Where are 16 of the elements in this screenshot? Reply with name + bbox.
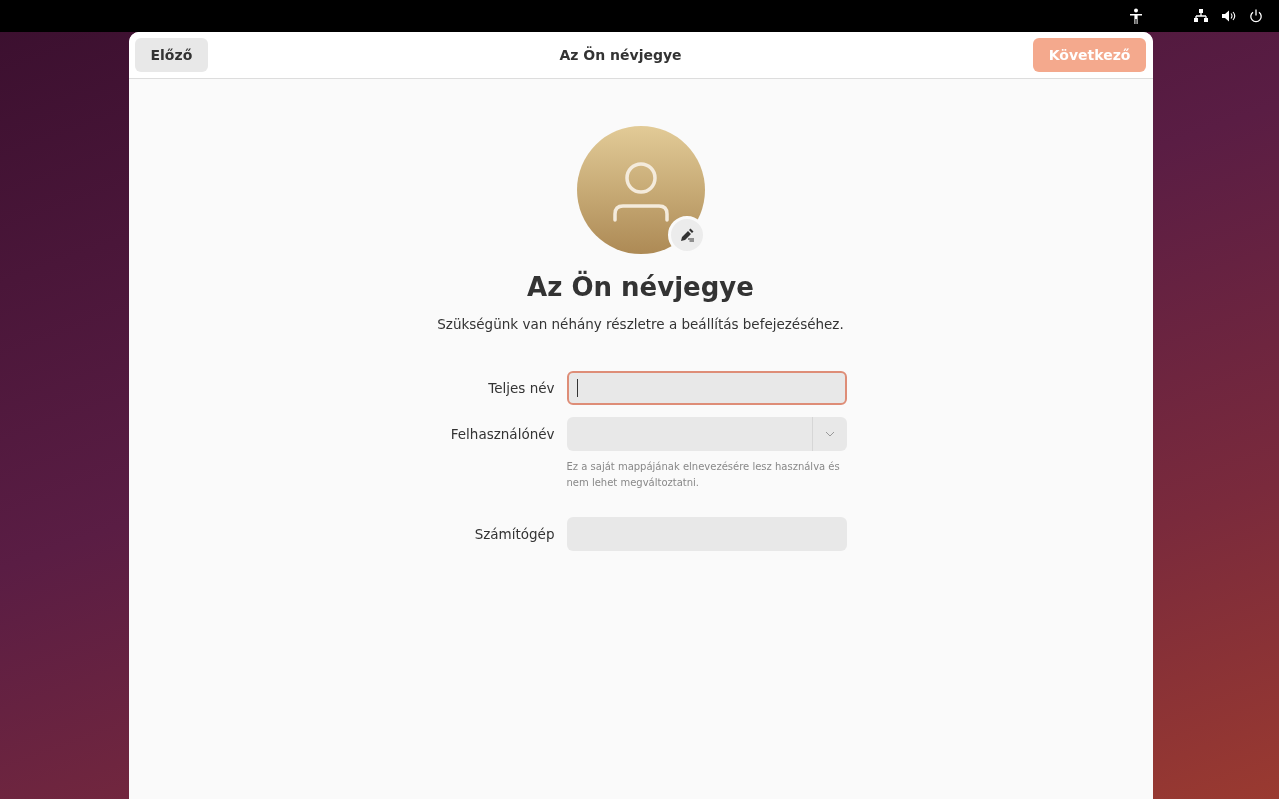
pencil-icon: [679, 228, 694, 242]
window-title: Az Ön névjegye: [559, 47, 682, 63]
combo-field[interactable]: [566, 417, 847, 451]
field-hint: Ez a saját mappájának elnevezésére lesz használva és nem lehet megváltoztatni.: [566, 460, 841, 490]
volume-icon[interactable]: [1221, 9, 1237, 23]
avatar-icon: [576, 126, 705, 254]
page-heading: Az Ön névjegye: [527, 272, 754, 302]
field-label: Teljes név: [488, 379, 555, 398]
network-icon[interactable]: [1193, 9, 1209, 23]
back-button[interactable]: Előző: [134, 38, 209, 72]
accessibility-icon[interactable]: [1129, 8, 1143, 24]
page-subtitle: Szükségünk van néhány részletre a beállítás befejezéséhez.: [437, 316, 844, 332]
power-icon[interactable]: [1249, 9, 1263, 23]
input-field[interactable]: [566, 371, 847, 405]
field-label: Számítógép: [474, 525, 555, 544]
field-label: Felhasználónév: [450, 425, 555, 444]
